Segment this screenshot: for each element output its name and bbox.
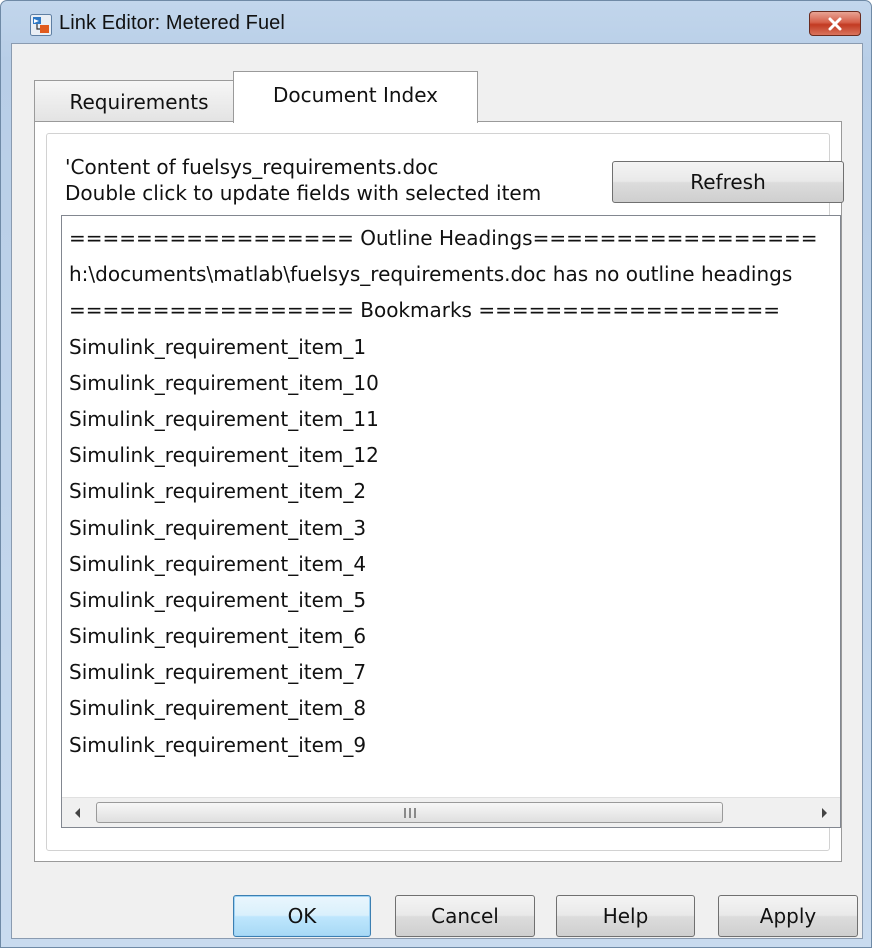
close-button[interactable]	[809, 11, 861, 36]
tab-requirements[interactable]: Requirements	[34, 80, 244, 122]
window-title: Link Editor: Metered Fuel	[59, 12, 285, 34]
title-bar[interactable]: Link Editor: Metered Fuel	[1, 1, 871, 43]
ok-button[interactable]: OK	[233, 895, 371, 937]
document-index-list[interactable]: ================= Outline Headings======…	[61, 215, 841, 828]
link-editor-window: Link Editor: Metered Fuel Requirements D…	[0, 0, 872, 948]
list-item[interactable]: Simulink_requirement_item_3	[69, 510, 840, 546]
list-item[interactable]: Simulink_requirement_item_11	[69, 401, 840, 437]
list-item[interactable]: Simulink_requirement_item_5	[69, 582, 840, 618]
cancel-button[interactable]: Cancel	[395, 895, 535, 937]
list-item[interactable]: Simulink_requirement_item_4	[69, 546, 840, 582]
scrollbar-grip	[403, 807, 416, 818]
list-item[interactable]: Simulink_requirement_item_12	[69, 437, 840, 473]
list-item[interactable]: Simulink_requirement_item_8	[69, 690, 840, 726]
list-item[interactable]: ================= Outline Headings======…	[69, 220, 840, 256]
scroll-right-button[interactable]	[810, 798, 838, 827]
scrollbar-thumb[interactable]	[96, 802, 723, 823]
simulink-app-icon	[30, 14, 52, 36]
list-item[interactable]: Simulink_requirement_item_1	[69, 329, 840, 365]
list-items: ================= Outline Headings======…	[69, 220, 840, 763]
dialog-body: Requirements Document Index 'Content of …	[11, 43, 863, 939]
list-item[interactable]: Simulink_requirement_item_9	[69, 727, 840, 763]
list-item[interactable]: Simulink_requirement_item_2	[69, 473, 840, 509]
apply-button[interactable]: Apply	[718, 895, 858, 937]
document-index-panel: 'Content of fuelsys_requirements.doc Dou…	[34, 121, 844, 862]
list-item[interactable]: Simulink_requirement_item_7	[69, 654, 840, 690]
content-label: 'Content of fuelsys_requirements.doc	[65, 155, 439, 179]
tab-document-index[interactable]: Document Index	[233, 71, 478, 123]
list-item[interactable]: Simulink_requirement_item_6	[69, 618, 840, 654]
close-icon	[828, 17, 842, 30]
document-info: 'Content of fuelsys_requirements.doc Dou…	[65, 154, 541, 206]
scroll-left-button[interactable]	[64, 798, 92, 827]
scroll-right-arrow-icon	[822, 807, 827, 818]
list-item[interactable]: Simulink_requirement_item_10	[69, 365, 840, 401]
hint-label: Double click to update fields with selec…	[65, 181, 542, 205]
scroll-left-arrow-icon	[75, 807, 80, 818]
horizontal-scrollbar[interactable]	[62, 797, 840, 827]
help-button[interactable]: Help	[556, 895, 695, 937]
list-item[interactable]: h:\documents\matlab\fuelsys_requirements…	[69, 256, 840, 292]
refresh-button[interactable]: Refresh	[612, 161, 844, 203]
list-item[interactable]: ================= Bookmarks ============…	[69, 292, 840, 328]
